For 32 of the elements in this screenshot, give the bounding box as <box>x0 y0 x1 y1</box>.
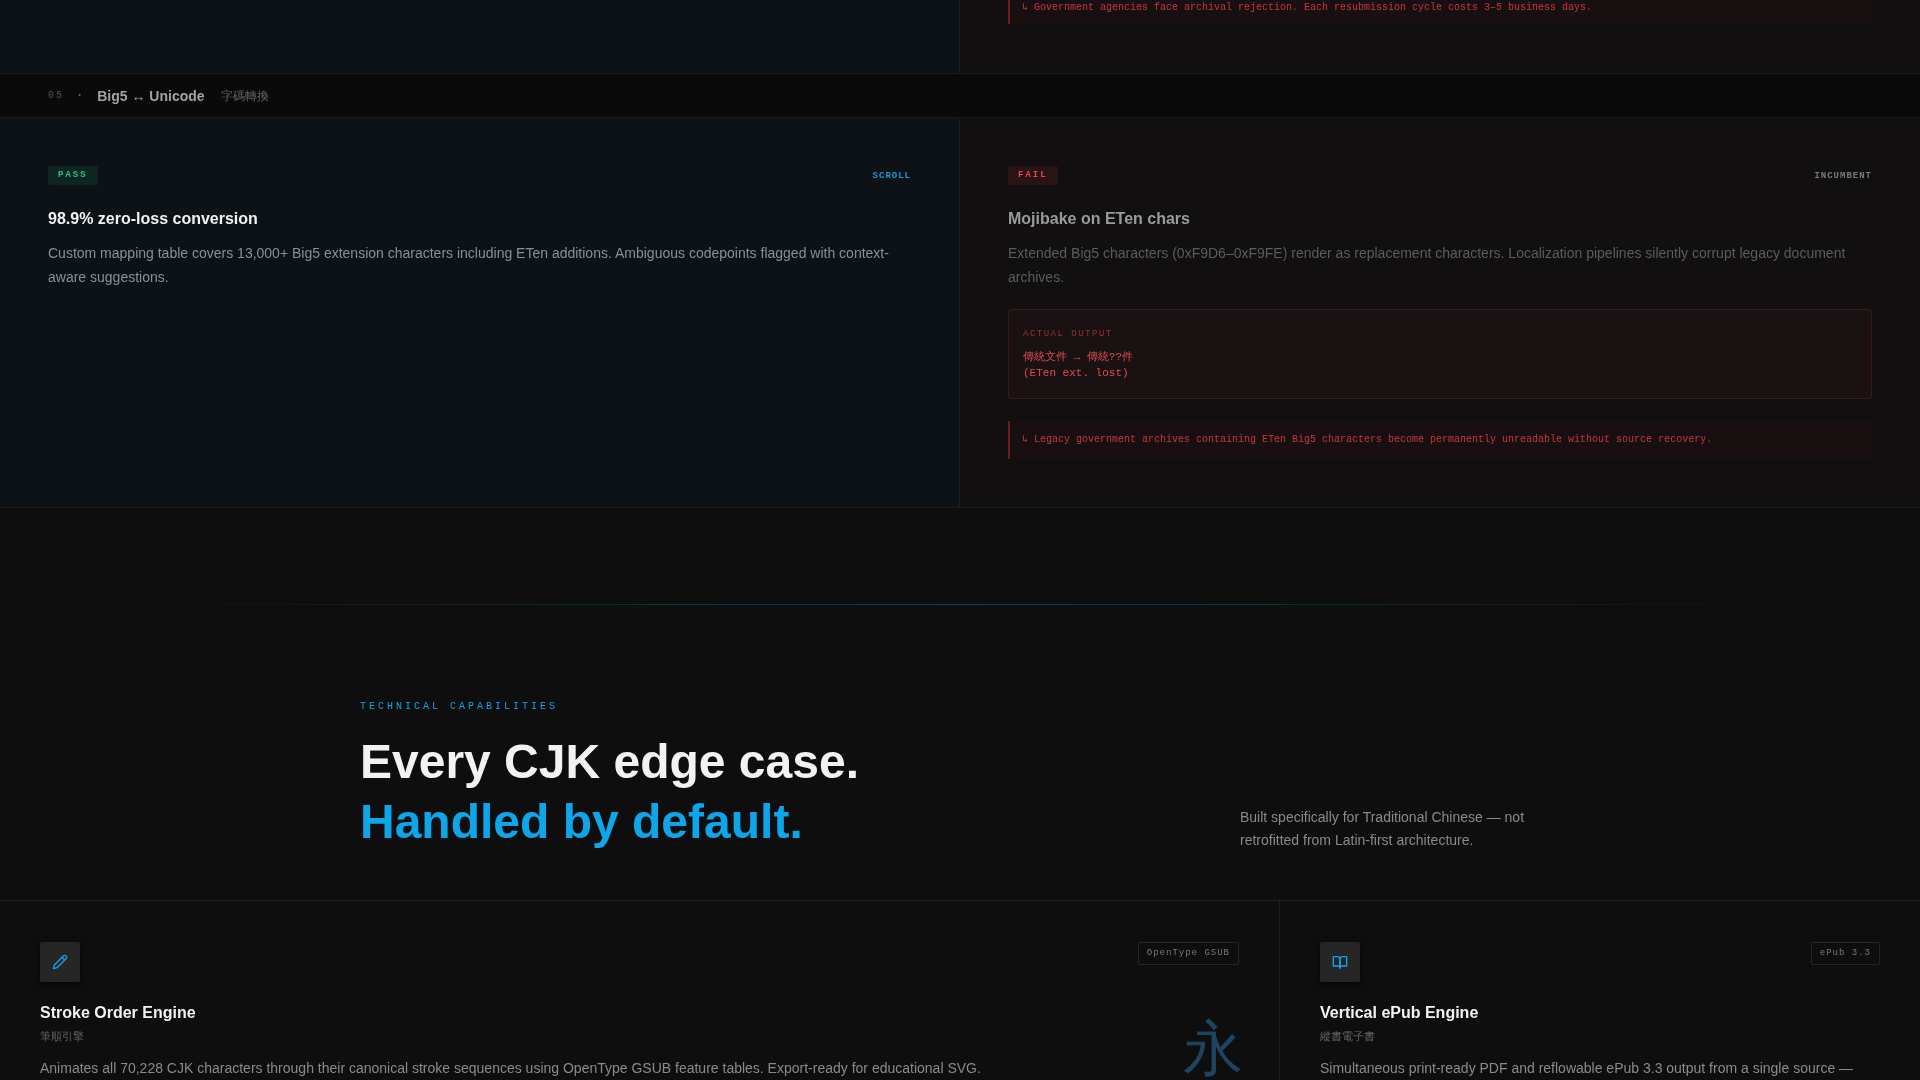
section-description: Built specifically for Traditional Chinese — not retrofitted from Latin-first architecture. <box>1240 808 1526 850</box>
warning-note: ↳ Government agencies face archival rejection. Each resubmission cycle costs 3–5 business days. <box>1008 0 1872 24</box>
panel-tag: INCUMBENT <box>1814 169 1872 182</box>
feature-tag: OpenType GSUB <box>1137 942 1239 965</box>
result-title: 98.9% zero-loss conversion <box>48 209 259 229</box>
section-heading: Every CJK edge case. <box>360 734 860 790</box>
feature-title: Vertical ePub Engine <box>1320 1003 1480 1023</box>
row-number: 05 <box>48 88 64 103</box>
result-title: Mojibake on ETen chars <box>1008 209 1191 229</box>
feature-description: Simultaneous print-ready PDF and reflowable ePub 3.3 output from a single source — <box>1320 1059 1855 1078</box>
warning-note: ↳ Legacy government archives containing ETen Big5 characters become permanently unreadable without source recovery. <box>1008 421 1872 459</box>
result-description: Extended Big5 characters (0xF9D6–0xF9FE) render as replacement characters. Localization pipelines silently corrupt legacy document archives. <box>1008 244 1847 287</box>
output-label: ACTUAL OUTPUT <box>1023 328 1114 341</box>
panel-tag: SCROLL <box>872 169 911 182</box>
feature-description: Animates all 70,228 CJK characters through their canonical stroke sequences using OpenType GSUB feature tables. Export-ready for educational SVG. <box>40 1059 982 1078</box>
section-eyebrow: TECHNICAL CAPABILITIES <box>360 700 560 714</box>
feature-subtitle: 筆順引擎 <box>40 1029 85 1044</box>
heading-accent: Handled by default. <box>360 794 804 850</box>
status-badge: PASS <box>48 166 98 185</box>
feature-subtitle: 縱書電子書 <box>1320 1029 1376 1044</box>
row-subtitle: 字碼轉換 <box>220 87 269 104</box>
result-description: Custom mapping table covers 13,000+ Big5 extension characters including ETen additions. Ambiguous codepoints flagged with context-aware suggestions. <box>48 244 890 287</box>
row-title: Big5 ↔ Unicode <box>97 86 205 106</box>
book-icon <box>1320 942 1360 982</box>
row-separator: · <box>76 88 84 103</box>
feature-title: Stroke Order Engine <box>40 1003 197 1023</box>
status-badge: FAIL <box>1008 166 1058 185</box>
backdrop-glyph: 永 <box>1183 1019 1243 1079</box>
pencil-icon <box>40 942 80 982</box>
output-line: 傳統文件 → 傳統??件 <box>1023 350 1134 365</box>
output-line: (ETen ext. lost) <box>1023 366 1130 381</box>
feature-tag: ePub 3.3 <box>1810 942 1880 965</box>
